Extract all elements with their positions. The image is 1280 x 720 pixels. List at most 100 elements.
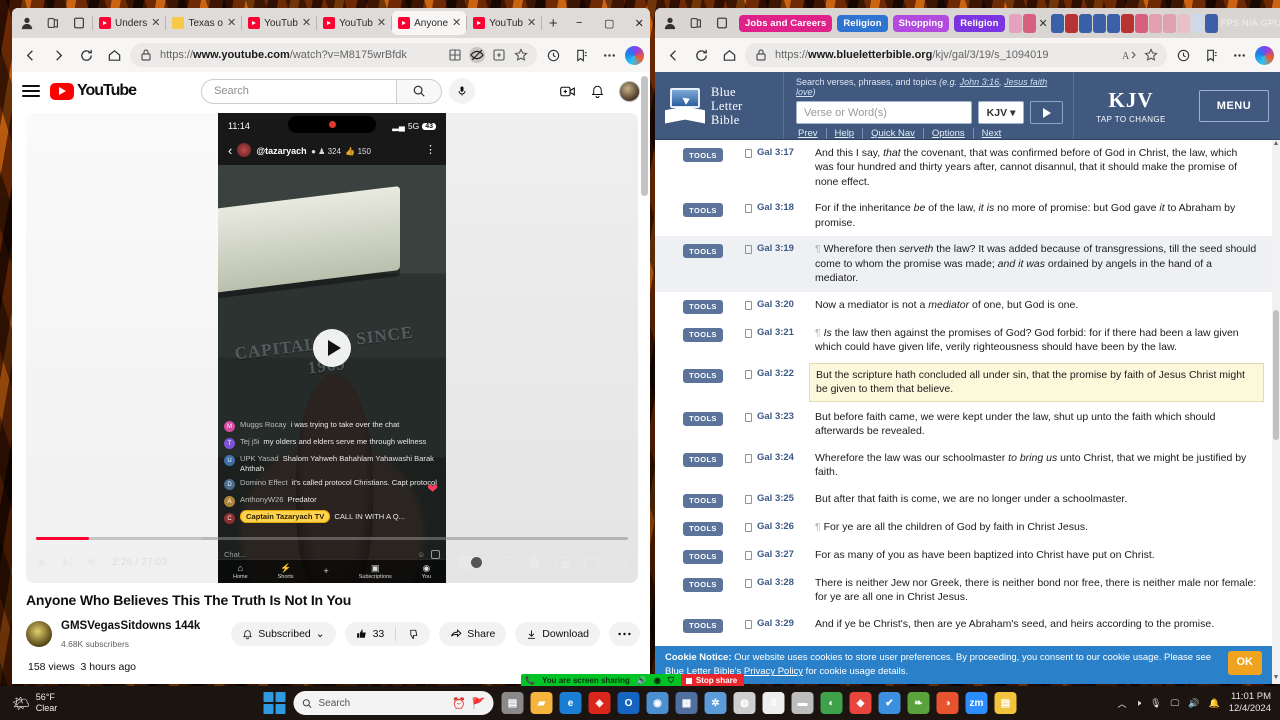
captions-icon[interactable] [497,556,513,568]
vlc-icon[interactable]: ◆ [849,692,872,714]
verse-reference-cell[interactable]: Gal 3:18 [723,201,815,214]
progress-bar[interactable] [36,537,628,540]
verse-reference[interactable]: Gal 3:20 [757,299,794,310]
close-tab-icon[interactable]: ✕ [452,17,461,29]
settings-ellipsis-icon[interactable] [1227,43,1251,67]
verse-reference[interactable]: Gal 3:21 [757,327,794,338]
record-icon[interactable]: ◉ [654,676,661,685]
verse-reference[interactable]: Gal 3:27 [757,549,794,560]
blb-nav-links[interactable]: Prev Help Quick Nav Options Next [796,128,1063,139]
taskbar-clock[interactable]: 11:01 PM 12/4/2024 [1229,691,1271,715]
blb-logo[interactable]: Blue Letter Bible [655,72,783,139]
browser-tab[interactable] [1022,13,1036,33]
window-controls-left[interactable]: − ▢ ✕ [564,17,650,30]
play-button-overlay[interactable] [313,329,351,367]
tools-button[interactable]: TOOLS [683,411,723,426]
browser-tab[interactable] [1050,13,1064,33]
browser-tab[interactable] [1008,13,1022,33]
video-player[interactable]: 11:14 ▂▄ 5G 43 ‹ @tazaryach ● ♟ 324 👍 15 [26,113,638,583]
notification-bell-icon[interactable]: 🔔 [1209,698,1220,709]
verse-reference-cell[interactable]: Gal 3:23 [723,410,815,422]
verse-row[interactable]: TOOLS Gal 3:24 Wherefore the law was our s… [655,445,1272,486]
history-icon[interactable] [1171,43,1195,67]
verse-row[interactable]: TOOLS Gal 3:19 ¶ Wherefore then serveth the… [655,236,1272,292]
verse-reference[interactable]: Gal 3:17 [757,147,794,158]
home-icon[interactable] [717,43,741,67]
like-dislike-group[interactable]: 33 [344,622,431,646]
close-tab-icon[interactable]: ✕ [527,17,536,29]
tools-button[interactable]: TOOLS [683,549,723,564]
verse-row[interactable]: TOOLS Gal 3:20 Now a mediator is not a med… [655,292,1272,320]
speaker-icon[interactable]: 🔊 [637,676,647,685]
scroll-down-arrow[interactable]: ▼ [1272,674,1280,684]
book-icon[interactable] [745,522,752,532]
favorites-bar-icon[interactable] [569,43,593,67]
verse-reference[interactable]: Gal 3:26 [757,521,794,532]
avatar[interactable] [619,80,640,102]
address-bar-right[interactable]: https://www.blueletterbible.org/kjv/gal/… [655,38,1280,72]
version-indicator[interactable]: KJV TAP TO CHANGE [1073,72,1188,139]
verse-row[interactable]: TOOLS Gal 3:29 And if ye be Christ's, then… [655,611,1272,639]
leaf-icon[interactable]: ❧ [907,692,930,714]
channel-name[interactable]: GMSVegasSitdowns 144k [61,620,200,632]
blb-search-row[interactable]: Verse or Word(s) KJV ▾ [796,101,1063,124]
tab-bar-left[interactable]: Unders ✕ Texas o ✕ YouTub ✕ YouTub ✕ Anyone ✕ YouT… [12,8,650,38]
profile-icon[interactable] [14,10,40,36]
verse-row[interactable]: TOOLS Gal 3:26 ¶ For ye are all the childre… [655,514,1272,542]
settings-icon[interactable]: ✲ [704,692,727,714]
blb-menu-column[interactable]: MENU [1188,72,1280,139]
outlook-icon[interactable]: O [617,692,640,714]
new-tab-button[interactable]: + [542,15,564,32]
verse-reference[interactable]: Gal 3:18 [757,202,794,213]
player-right-controls[interactable] [457,555,628,569]
book-icon[interactable] [745,619,752,629]
tab-group-pill[interactable]: Religion [954,14,1005,32]
alarm-icon[interactable]: ⏰ [452,697,466,710]
tools-button[interactable]: TOOLS [683,521,723,536]
verse-row[interactable]: TOOLS Gal 3:22 But the scripture hath conc… [655,361,1272,404]
close-tab-icon[interactable]: ✕ [302,17,311,29]
book-icon[interactable] [745,453,752,463]
tab-actions-icon[interactable] [709,10,735,36]
verse-reference-cell[interactable]: Gal 3:28 [723,576,815,588]
scrollbar-thumb[interactable] [641,76,648,196]
verse-reference-cell[interactable]: Gal 3:24 [723,451,815,463]
verse-reference[interactable]: Gal 3:23 [757,411,794,422]
browser-tab[interactable] [1064,13,1078,33]
browser-tab[interactable] [1162,13,1176,33]
forward-icon[interactable] [46,43,70,67]
brave-icon[interactable]: ◈ [588,692,611,714]
scroll-up-arrow[interactable]: ▲ [1272,140,1280,150]
tools-button[interactable]: TOOLS [683,493,723,508]
display-icon[interactable]: 🖵 [1171,698,1180,709]
copilot-icon[interactable] [625,45,644,65]
verse-row[interactable]: TOOLS Gal 3:27 For as many of you as have … [655,542,1272,570]
youtube-scrollbar[interactable] [641,72,648,684]
channel-info[interactable]: GMSVegasSitdowns 144k 4.68K subscribers [61,616,222,652]
taskbar-search-input[interactable]: Search ⏰ 🚩 [293,691,494,715]
blb-link-quick-nav[interactable]: Quick Nav [863,128,924,139]
blb-link-prev[interactable]: Prev [796,128,827,139]
next-button[interactable] [61,556,74,569]
tools-button[interactable]: TOOLS [683,577,723,592]
tools-button[interactable]: TOOLS [683,148,723,162]
verse-row[interactable]: TOOLS Gal 3:28 There is neither Jew nor Gr… [655,570,1272,611]
favorite-star-icon[interactable] [513,47,529,63]
like-button[interactable]: 33 [345,628,396,640]
tab-group-pill[interactable]: Religion [837,14,888,32]
back-icon[interactable] [18,43,42,67]
hamburger-menu-icon[interactable] [22,85,40,97]
calculator-icon[interactable]: ▦ [675,692,698,714]
collections-icon[interactable] [447,47,463,63]
youtube-header-actions[interactable] [559,80,640,102]
autoplay-toggle[interactable] [457,555,483,569]
blb-search-input[interactable]: Verse or Word(s) [796,101,972,124]
blb-link-options[interactable]: Options [924,128,974,139]
miniplayer-icon[interactable] [555,556,570,569]
blb-link-next[interactable]: Next [974,128,1010,139]
browser-window-youtube[interactable]: Unders ✕ Texas o ✕ YouTub ✕ YouTub ✕ Anyone ✕ YouT… [12,8,650,684]
settings-ellipsis-icon[interactable] [597,43,621,67]
tools-button[interactable]: TOOLS [683,452,723,467]
split-screen-icon[interactable] [40,10,66,36]
system-tray[interactable]: ︿ 🕨 🎙 🖵 🔊 🔔 11:01 PM 12/4/2024 [1117,691,1280,715]
